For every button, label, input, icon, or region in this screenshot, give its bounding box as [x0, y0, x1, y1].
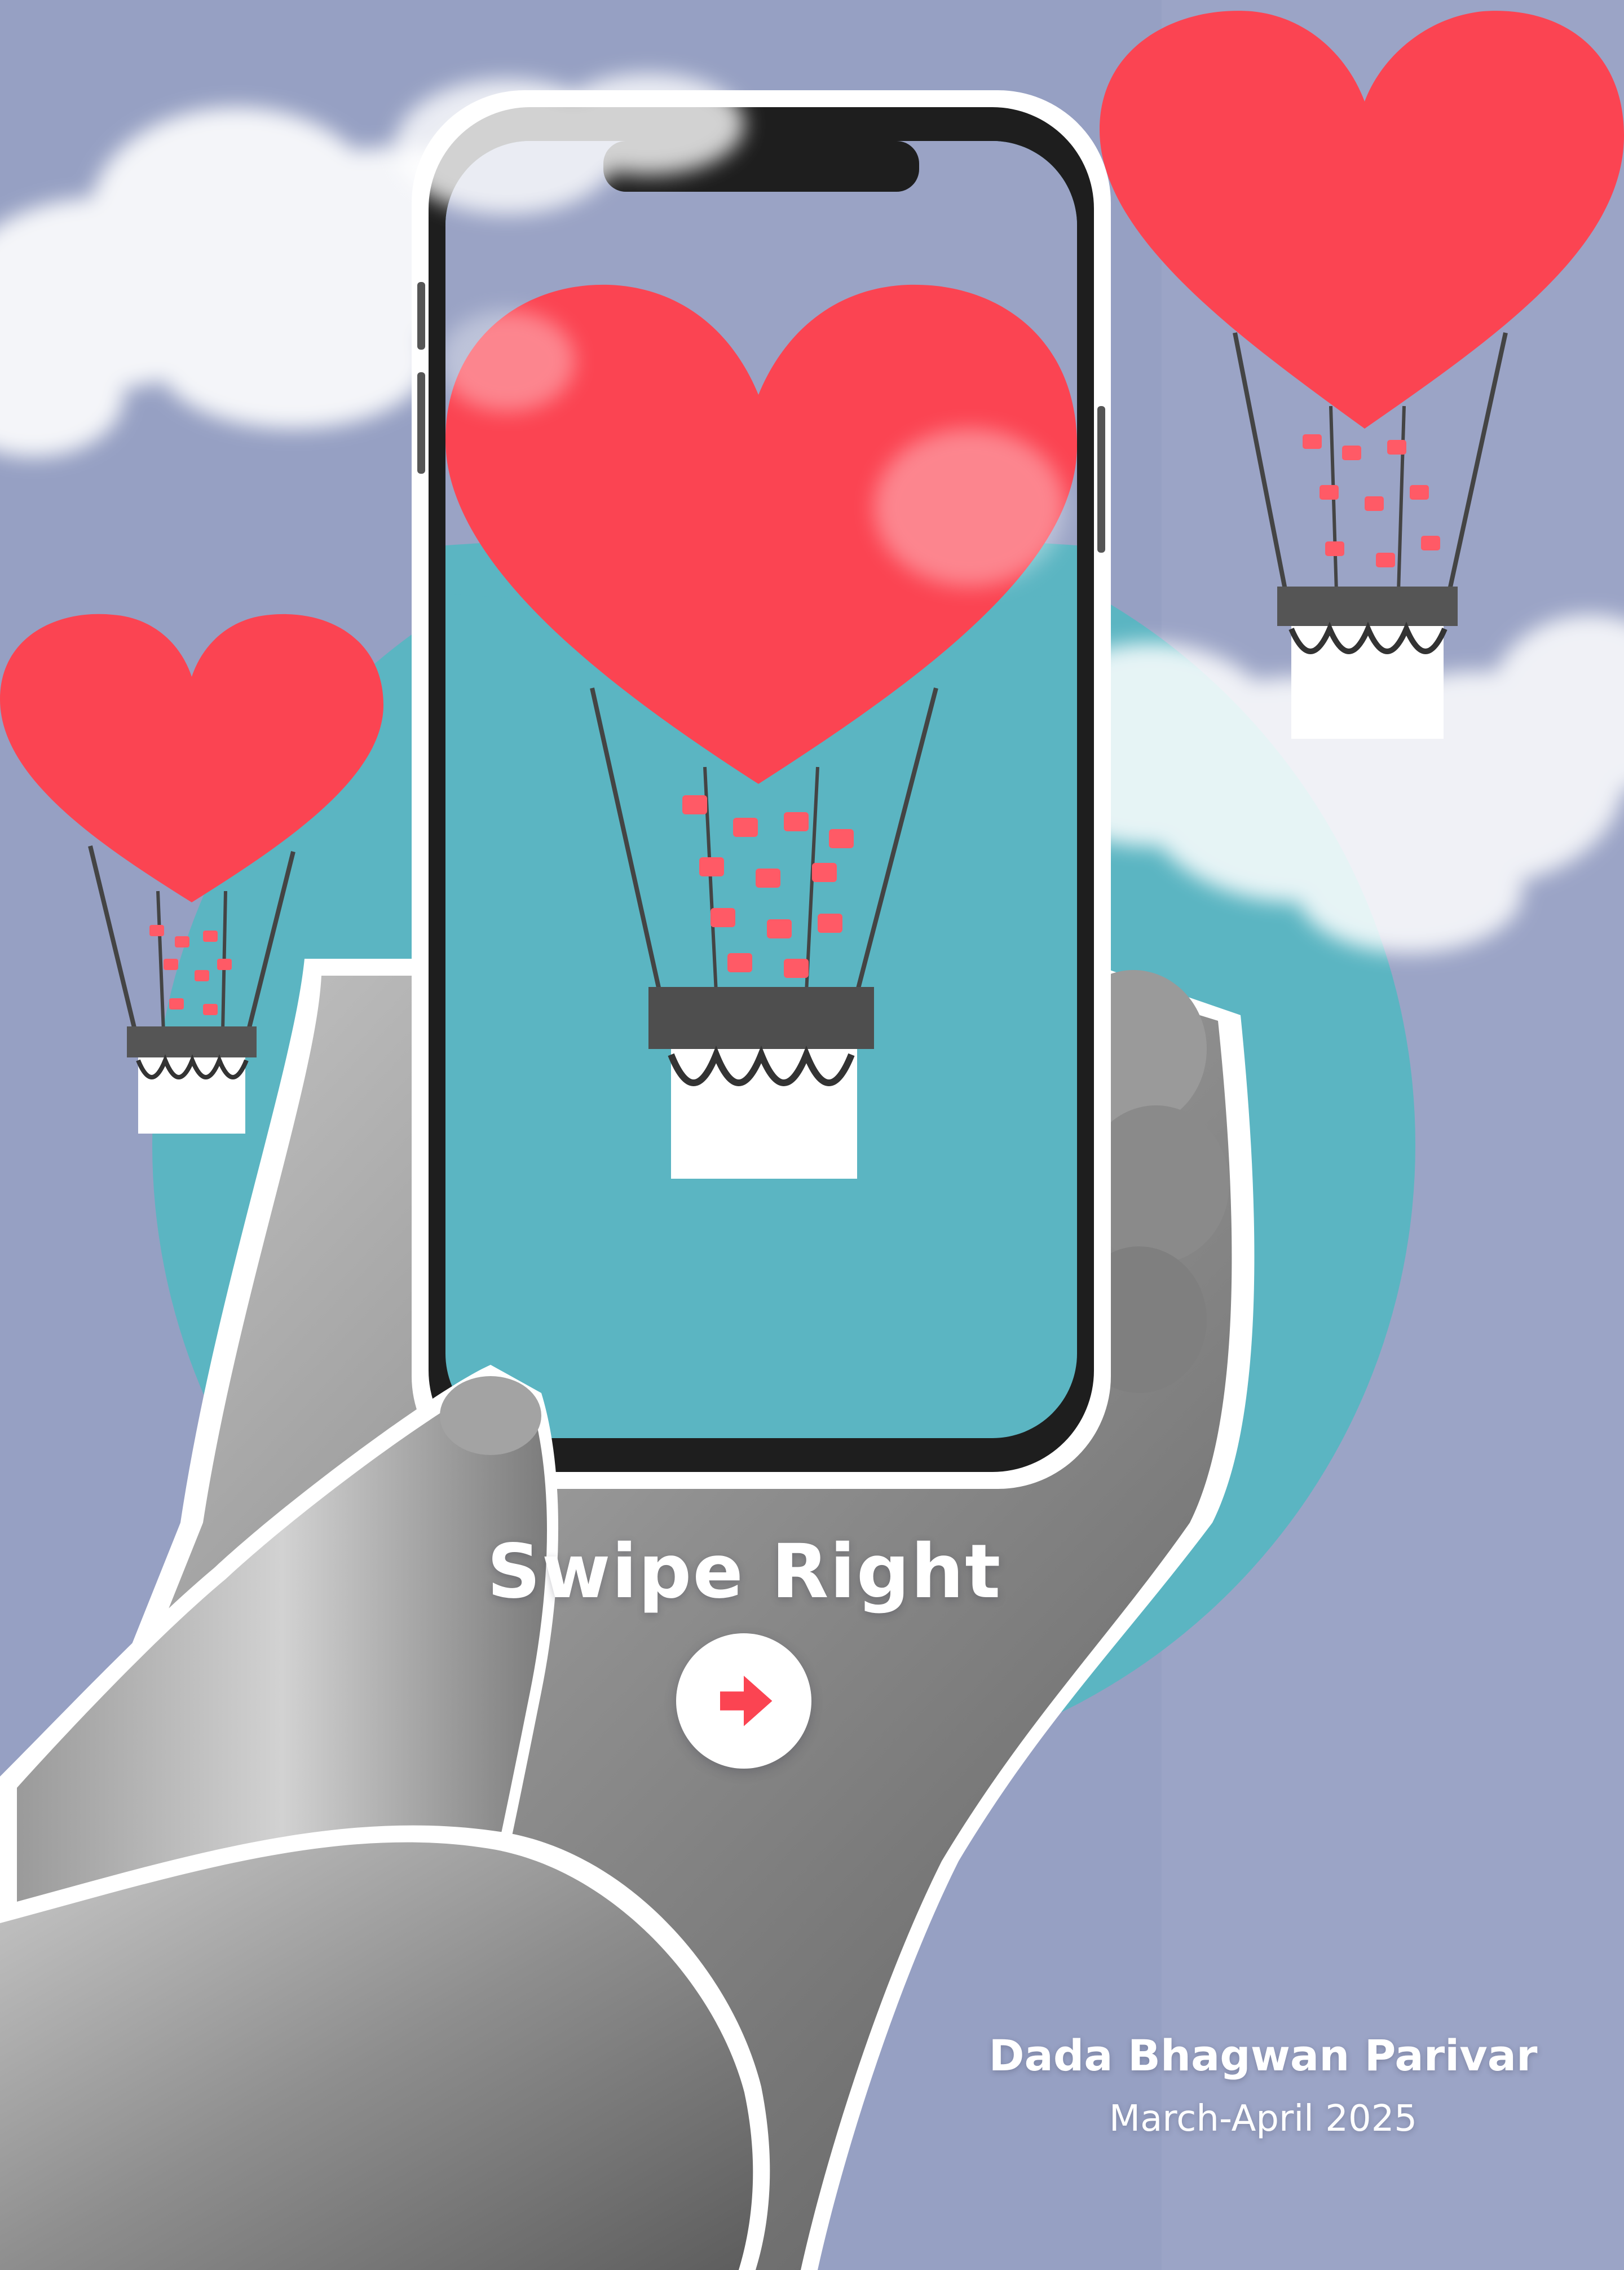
issue-date: March-April 2025 — [1109, 2098, 1418, 2140]
cover-headline: Swipe Right — [487, 1528, 1002, 1615]
swipe-right-button[interactable] — [676, 1633, 811, 1769]
arrow-right-icon — [720, 1676, 773, 1726]
publisher-name: Dada Bhagwan Parivar — [988, 2030, 1538, 2081]
magazine-cover: Swipe Right Dada Bhagwan Parivar March-A… — [0, 0, 1624, 2270]
cover-illustration — [0, 0, 1624, 2270]
